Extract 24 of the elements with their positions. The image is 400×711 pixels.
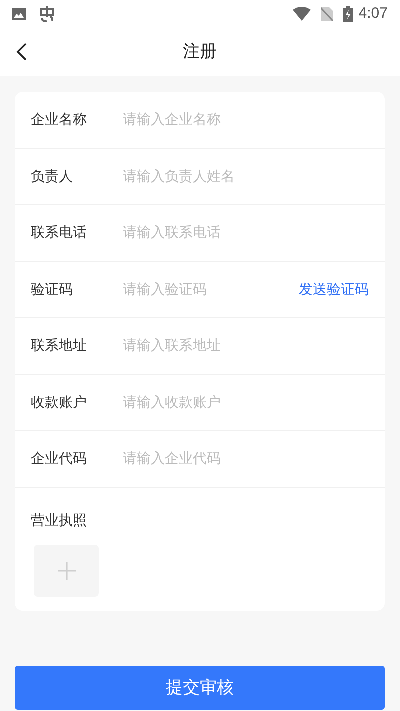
status-time: 4:07 — [358, 4, 388, 24]
plus-icon — [56, 560, 76, 580]
battery-charging-icon — [342, 6, 353, 22]
wifi-icon — [292, 7, 311, 21]
field-label: 收款账户 — [31, 392, 88, 412]
field-label: 联系地址 — [31, 336, 88, 356]
field-label: 企业代码 — [31, 449, 88, 468]
send-code-link[interactable]: 发送验证码 — [299, 278, 369, 300]
input-field[interactable]: 请输入企业名称 — [123, 109, 369, 130]
input-field[interactable]: 请输入企业代码 — [123, 448, 369, 470]
submit-button[interactable]: 提交审核 — [15, 666, 385, 710]
field-label: 企业名称 — [31, 110, 88, 130]
image-icon — [12, 7, 26, 21]
input-field[interactable]: 请输入负责人姓名 — [123, 166, 369, 187]
field-label: 验证码 — [31, 280, 74, 299]
page-title: 注册 — [182, 41, 218, 64]
no-sim-icon — [320, 7, 333, 21]
field-label: 营业执照 — [31, 510, 88, 530]
input-field[interactable]: 请输入联系电话 — [123, 222, 369, 244]
input-field[interactable]: 请输入联系地址 — [123, 335, 369, 356]
field-label: 联系电话 — [31, 223, 88, 242]
input-field[interactable]: 请输入收款账户 — [123, 392, 369, 413]
input-field[interactable]: 请输入验证码 — [123, 278, 299, 300]
field-label: 负责人 — [31, 166, 74, 186]
